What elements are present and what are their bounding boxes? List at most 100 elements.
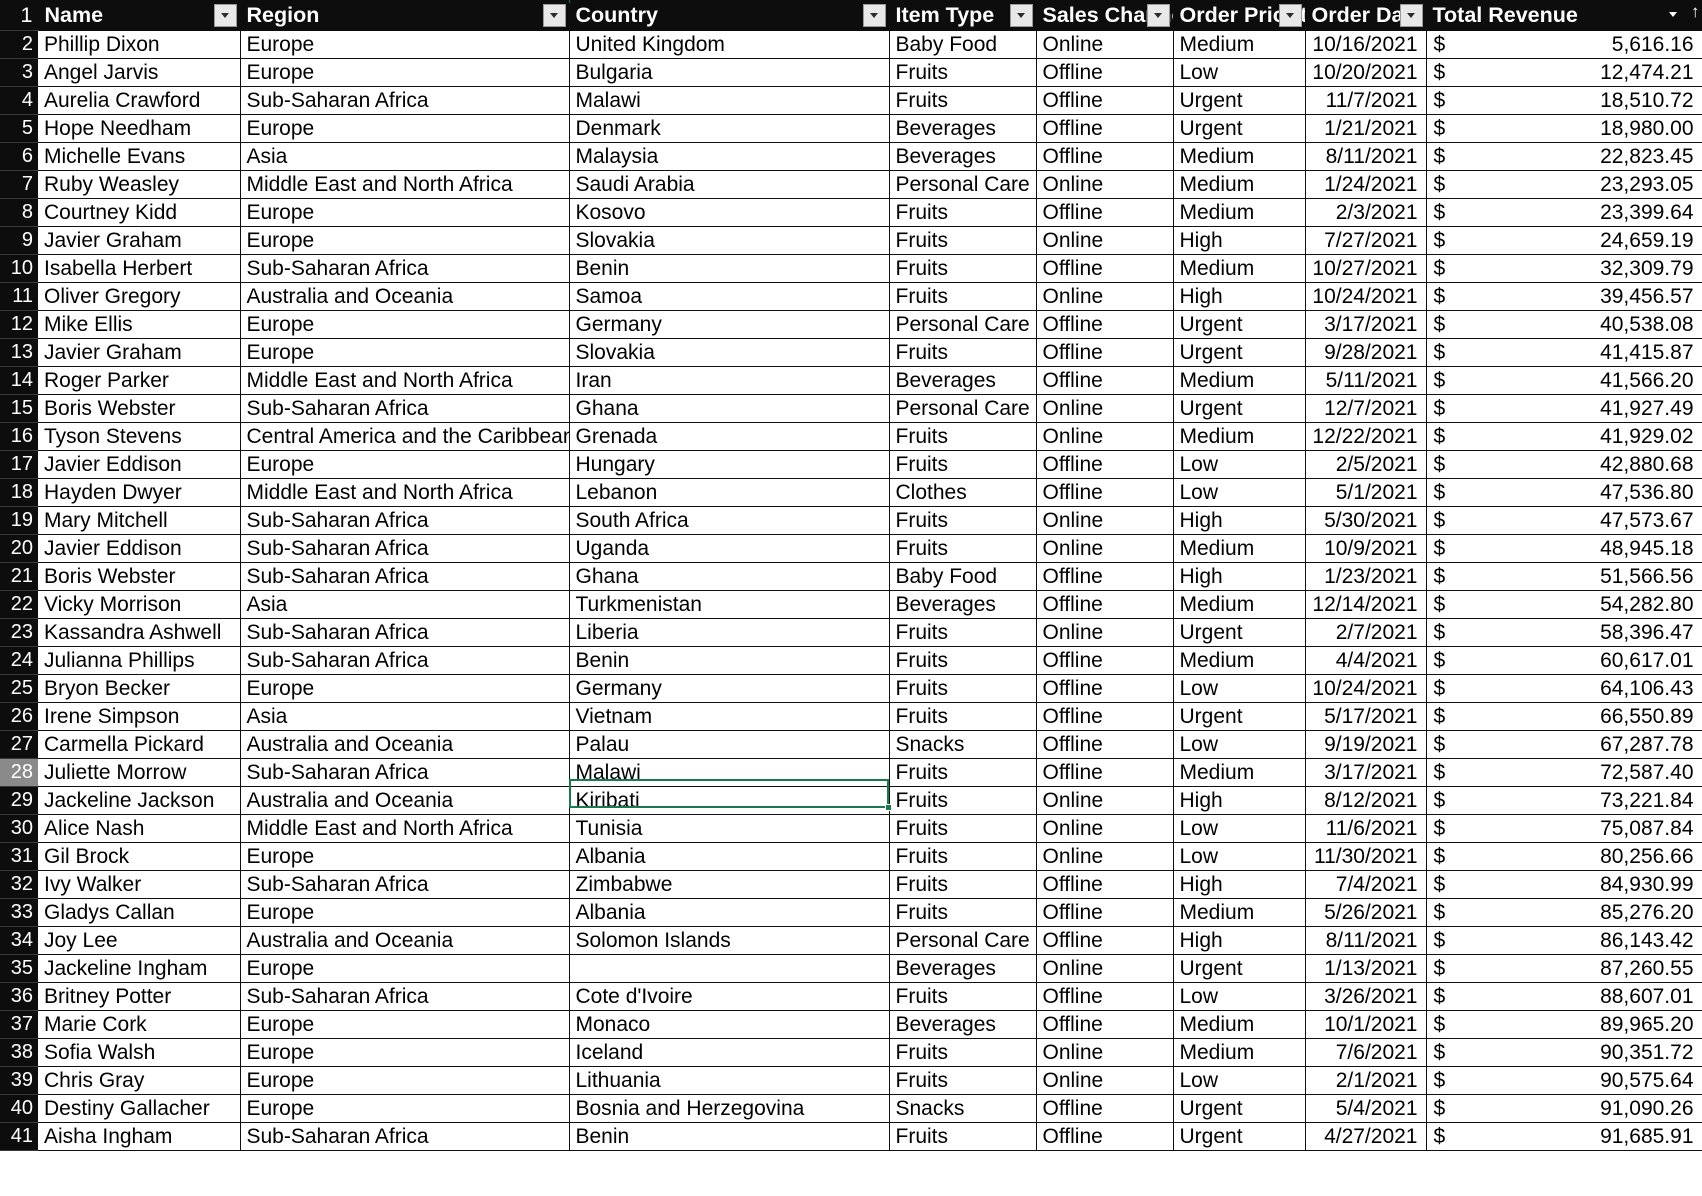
cell-order-date[interactable]: 10/1/2021 [1305, 1010, 1427, 1039]
cell-name[interactable]: Hope Needham [38, 114, 241, 143]
cell-total-revenue[interactable]: 47,573.67 [1458, 506, 1702, 535]
cell-name[interactable]: Tyson Stevens [38, 422, 241, 451]
cell-item-type[interactable]: Fruits [889, 198, 1037, 227]
cell-country[interactable]: Ghana [569, 394, 890, 423]
row-header-10[interactable]: 10 [0, 254, 38, 283]
cell-name[interactable]: Mike Ellis [38, 310, 241, 339]
cell-name[interactable]: Gladys Callan [38, 898, 241, 927]
cell-currency-symbol[interactable]: $ [1426, 982, 1458, 1011]
cell-country[interactable]: Lebanon [569, 478, 890, 507]
cell-name[interactable]: Javier Graham [38, 226, 241, 255]
cell-region[interactable]: Sub-Saharan Africa [240, 254, 570, 283]
cell-region[interactable]: Europe [240, 198, 570, 227]
cell-order-priority[interactable]: Medium [1173, 1010, 1306, 1039]
cell-currency-symbol[interactable]: $ [1426, 198, 1458, 227]
cell-item-type[interactable]: Fruits [889, 898, 1037, 927]
column-header-name[interactable]: Name [38, 0, 241, 31]
cell-order-date[interactable]: 12/14/2021 [1305, 590, 1427, 619]
cell-order-date[interactable]: 12/7/2021 [1305, 394, 1427, 423]
cell-currency-symbol[interactable]: $ [1426, 142, 1458, 171]
cell-order-date[interactable]: 3/17/2021 [1305, 758, 1427, 787]
cell-item-type[interactable]: Fruits [889, 450, 1037, 479]
cell-order-priority[interactable]: Urgent [1173, 338, 1306, 367]
cell-order-priority[interactable]: Medium [1173, 422, 1306, 451]
cell-order-date[interactable]: 4/27/2021 [1305, 1122, 1427, 1151]
cell-order-priority[interactable]: High [1173, 870, 1306, 899]
cell-currency-symbol[interactable]: $ [1426, 86, 1458, 115]
row-header-19[interactable]: 19 [0, 506, 38, 535]
cell-name[interactable]: Courtney Kidd [38, 198, 241, 227]
cell-item-type[interactable]: Beverages [889, 142, 1037, 171]
cell-item-type[interactable]: Fruits [889, 674, 1037, 703]
cell-sales-channel[interactable]: Offline [1036, 646, 1174, 675]
cell-total-revenue[interactable]: 41,927.49 [1458, 394, 1702, 423]
cell-order-priority[interactable]: Medium [1173, 534, 1306, 563]
cell-name[interactable]: Javier Eddison [38, 450, 241, 479]
cell-sales-channel[interactable]: Offline [1036, 982, 1174, 1011]
cell-name[interactable]: Kassandra Ashwell [38, 618, 241, 647]
cell-order-date[interactable]: 10/24/2021 [1305, 674, 1427, 703]
cell-currency-symbol[interactable]: $ [1426, 1066, 1458, 1095]
cell-country[interactable]: Iceland [569, 1038, 890, 1067]
cell-region[interactable]: Sub-Saharan Africa [240, 982, 570, 1011]
cell-region[interactable]: Europe [240, 310, 570, 339]
cell-order-date[interactable]: 1/13/2021 [1305, 954, 1427, 983]
filter-dropdown-region[interactable] [542, 4, 566, 27]
row-header-38[interactable]: 38 [0, 1038, 38, 1067]
cell-currency-symbol[interactable]: $ [1426, 702, 1458, 731]
cell-country[interactable]: Hungary [569, 450, 890, 479]
cell-currency-symbol[interactable]: $ [1426, 870, 1458, 899]
cell-order-priority[interactable]: Medium [1173, 898, 1306, 927]
cell-item-type[interactable]: Fruits [889, 982, 1037, 1011]
cell-region[interactable]: Sub-Saharan Africa [240, 534, 570, 563]
cell-item-type[interactable]: Fruits [889, 282, 1037, 311]
cell-total-revenue[interactable]: 85,276.20 [1458, 898, 1702, 927]
cell-item-type[interactable]: Beverages [889, 366, 1037, 395]
cell-country[interactable]: Cote d'Ivoire [569, 982, 890, 1011]
cell-item-type[interactable]: Fruits [889, 786, 1037, 815]
cell-order-date[interactable]: 10/9/2021 [1305, 534, 1427, 563]
table-body[interactable]: 2 Phillip Dixon Europe United Kingdom Baby F… [0, 30, 1702, 1151]
cell-order-date[interactable]: 1/24/2021 [1305, 170, 1427, 199]
cell-country[interactable]: Monaco [569, 1010, 890, 1039]
cell-order-date[interactable]: 5/26/2021 [1305, 898, 1427, 927]
column-header-total-revenue[interactable]: Total Revenue ↑ [1426, 0, 1702, 31]
table-row[interactable]: 40 Destiny Gallacher Europe Bosnia and Herz… [0, 1094, 1702, 1123]
row-header-18[interactable]: 18 [0, 478, 38, 507]
cell-region[interactable]: Europe [240, 30, 570, 59]
cell-currency-symbol[interactable]: $ [1426, 590, 1458, 619]
cell-total-revenue[interactable]: 80,256.66 [1458, 842, 1702, 871]
row-header-23[interactable]: 23 [0, 618, 38, 647]
cell-item-type[interactable]: Personal Care [889, 926, 1037, 955]
cell-name[interactable]: Aisha Ingham [38, 1122, 241, 1151]
cell-name[interactable]: Boris Webster [38, 394, 241, 423]
row-header-28[interactable]: 28 [0, 758, 38, 787]
cell-sales-channel[interactable]: Online [1036, 1038, 1174, 1067]
cell-region[interactable]: Australia and Oceania [240, 282, 570, 311]
cell-currency-symbol[interactable]: $ [1426, 394, 1458, 423]
cell-sales-channel[interactable]: Online [1036, 534, 1174, 563]
cell-order-date[interactable]: 2/1/2021 [1305, 1066, 1427, 1095]
cell-order-date[interactable]: 5/30/2021 [1305, 506, 1427, 535]
data-table[interactable]: 1 Name Region Country Item Type Sales Ch… [0, 0, 1702, 1151]
row-header-14[interactable]: 14 [0, 366, 38, 395]
cell-name[interactable]: Britney Potter [38, 982, 241, 1011]
filter-dropdown-item-type[interactable] [1009, 4, 1033, 27]
cell-order-priority[interactable]: Medium [1173, 30, 1306, 59]
cell-name[interactable]: Irene Simpson [38, 702, 241, 731]
cell-item-type[interactable]: Fruits [889, 534, 1037, 563]
cell-country[interactable]: Palau [569, 730, 890, 759]
cell-region[interactable]: Middle East and North Africa [240, 170, 570, 199]
table-row[interactable]: 8 Courtney Kidd Europe Kosovo Fruits Offline M… [0, 198, 1702, 227]
cell-country[interactable]: Malawi [569, 86, 890, 115]
cell-total-revenue[interactable]: 72,587.40 [1458, 758, 1702, 787]
row-header-16[interactable]: 16 [0, 422, 38, 451]
cell-order-date[interactable]: 2/3/2021 [1305, 198, 1427, 227]
cell-order-priority[interactable]: Low [1173, 450, 1306, 479]
cell-name[interactable]: Isabella Herbert [38, 254, 241, 283]
cell-order-priority[interactable]: Medium [1173, 142, 1306, 171]
cell-country[interactable]: Albania [569, 898, 890, 927]
table-row[interactable]: 14 Roger Parker Middle East and North Afri… [0, 366, 1702, 395]
cell-sales-channel[interactable]: Offline [1036, 366, 1174, 395]
table-row[interactable]: 22 Vicky Morrison Asia Turkmenistan Beverage… [0, 590, 1702, 619]
